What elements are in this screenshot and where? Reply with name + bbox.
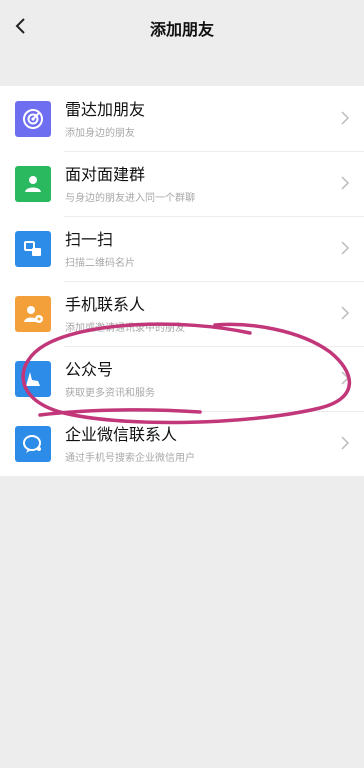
list-item-official-accounts[interactable]: 公众号 获取更多资讯和服务	[0, 346, 364, 411]
item-label: 企业微信联系人	[65, 425, 178, 444]
item-description: 获取更多资讯和服务	[65, 388, 155, 399]
list-item-radar[interactable]: 雷达加朋友 添加身边的朋友	[0, 86, 364, 151]
list-item-phone-contacts[interactable]: 手机联系人 添加或邀请通讯录中的朋友	[0, 281, 364, 346]
chevron-right-icon	[341, 436, 350, 450]
add-friend-options: 雷达加朋友 添加身边的朋友 面对面建群 与身边的朋友进入同一个群聊 扫一扫 扫描…	[0, 86, 364, 476]
group-icon	[15, 166, 51, 202]
item-description: 通过手机号搜索企业微信用户	[65, 453, 195, 464]
radar-icon	[15, 101, 51, 137]
official-account-icon	[15, 361, 51, 397]
chevron-right-icon	[341, 111, 350, 125]
item-description: 添加身边的朋友	[65, 128, 135, 139]
item-label: 手机联系人	[65, 295, 146, 314]
phone-contact-icon	[15, 296, 51, 332]
scan-icon	[15, 231, 51, 267]
chevron-right-icon	[341, 306, 350, 320]
list-item-scan[interactable]: 扫一扫 扫描二维码名片	[0, 216, 364, 281]
item-label: 雷达加朋友	[65, 100, 146, 119]
header: 添加朋友	[0, 0, 364, 56]
list-item-face-to-face-group[interactable]: 面对面建群 与身边的朋友进入同一个群聊	[0, 151, 364, 216]
chevron-left-icon	[15, 18, 25, 34]
chevron-right-icon	[341, 241, 350, 255]
wecom-icon	[15, 426, 51, 462]
page-title: 添加朋友	[149, 20, 214, 39]
chevron-right-icon	[341, 371, 350, 385]
item-description: 添加或邀请通讯录中的朋友	[65, 323, 185, 334]
item-label: 公众号	[65, 360, 114, 379]
item-label: 扫一扫	[65, 230, 114, 249]
list-item-wecom-contacts[interactable]: 企业微信联系人 通过手机号搜索企业微信用户	[0, 411, 364, 476]
item-description: 扫描二维码名片	[65, 258, 135, 269]
chevron-right-icon	[341, 176, 350, 190]
item-label: 面对面建群	[65, 165, 146, 184]
back-button[interactable]	[8, 12, 32, 40]
item-description: 与身边的朋友进入同一个群聊	[65, 193, 195, 204]
